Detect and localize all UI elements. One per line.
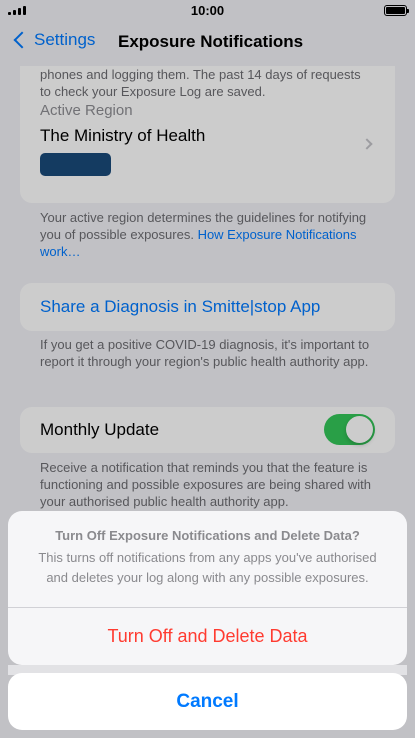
cancel-button[interactable]: Cancel xyxy=(8,673,407,730)
turn-off-and-delete-button[interactable]: Turn Off and Delete Data xyxy=(8,608,407,665)
action-sheet-title: Turn Off Exposure Notifications and Dele… xyxy=(55,528,360,543)
action-sheet: Turn Off Exposure Notifications and Dele… xyxy=(8,511,407,665)
settings-screen: 10:00 Settings Exposure Notifications ph… xyxy=(0,0,415,738)
action-sheet-message: This turns off notifications from any ap… xyxy=(38,550,377,585)
